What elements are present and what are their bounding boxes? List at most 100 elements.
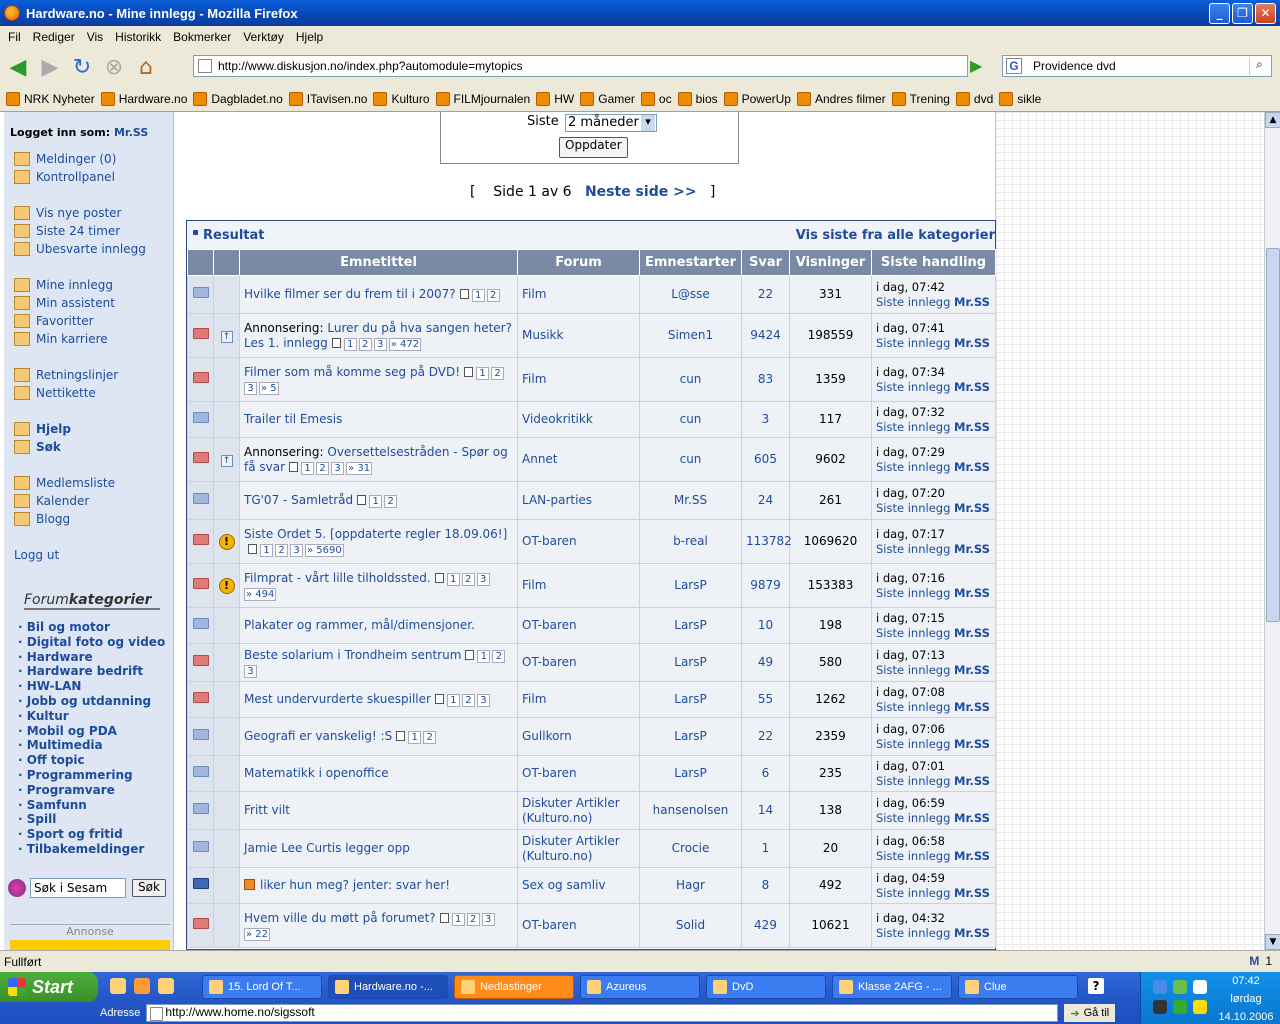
last-user-link[interactable]: Mr.SS [954, 886, 990, 900]
forum-link[interactable]: Annet [517, 437, 640, 482]
sidebar-link[interactable]: Favoritter [14, 314, 94, 328]
category-link[interactable]: · Kultur [18, 709, 165, 724]
sidebar-link[interactable]: Blogg [14, 512, 70, 526]
starter-link[interactable]: b-real [639, 519, 742, 564]
starter-link[interactable]: cun [639, 437, 742, 482]
sidebar-link[interactable]: Min karriere [14, 332, 108, 346]
url-input[interactable]: http://www.diskusjon.no/index.php?automo… [193, 55, 968, 77]
search-icon[interactable]: ⌕ [1249, 57, 1269, 75]
topic-link[interactable]: Matematikk i openoffice [244, 766, 389, 780]
page-link[interactable]: 1 [260, 543, 273, 557]
starter-link[interactable]: Simen1 [639, 313, 742, 358]
topic-link[interactable]: Geografi er vanskelig! :S [244, 729, 392, 743]
bookmark-item[interactable]: ITavisen.no [288, 91, 367, 106]
last-user-link[interactable]: Mr.SS [954, 460, 990, 474]
minimize-button[interactable]: _ [1209, 2, 1230, 24]
sidebar-link[interactable]: Kalender [14, 494, 89, 508]
taskbar-button[interactable]: Nedlastinger [454, 975, 574, 999]
go-icon[interactable]: ▶ [970, 56, 992, 76]
page-link[interactable]: 2 [358, 337, 372, 351]
forum-link[interactable]: Diskuter Artikler (Kulturo.no) [517, 829, 640, 868]
menu-verktøy[interactable]: Verktøy [243, 30, 284, 44]
gmail-icon[interactable]: M [1249, 954, 1259, 968]
topic-link[interactable]: Hvilke filmer ser du frem til i 2007? [244, 287, 456, 301]
sidebar-link[interactable]: Kontrollpanel [14, 170, 115, 184]
last-post-link[interactable]: Siste innlegg [876, 542, 950, 556]
bookmark-item[interactable]: NRK Nyheter [6, 91, 95, 106]
maximize-button[interactable]: ❐ [1232, 2, 1253, 24]
forum-link[interactable]: Film [517, 357, 640, 402]
category-link[interactable]: · Sport og fritid [18, 827, 165, 842]
bookmark-item[interactable]: Trening [891, 91, 950, 106]
category-link[interactable]: · Bil og motor [18, 620, 165, 635]
google-icon[interactable]: G [1006, 58, 1022, 74]
starter-link[interactable]: LarsP [639, 643, 742, 682]
forum-link[interactable]: OT-baren [517, 607, 640, 644]
forum-link[interactable]: Film [517, 275, 640, 314]
last-user-link[interactable]: Mr.SS [954, 663, 990, 677]
bookmark-item[interactable]: HW [536, 91, 574, 106]
page-link[interactable]: 2 [275, 543, 288, 557]
menu-vis[interactable]: Vis [87, 30, 103, 44]
replies-link[interactable]: 9879 [741, 563, 790, 608]
topic-link[interactable]: liker hun meg? jenter: svar her! [260, 878, 450, 892]
bookmark-item[interactable]: Dagbladet.no [193, 91, 283, 106]
tray-messenger-icon[interactable] [1173, 980, 1187, 994]
page-link[interactable]: 1 [369, 495, 383, 508]
last-user-link[interactable]: Mr.SS [954, 849, 990, 863]
period-select[interactable]: 2 måneder [565, 114, 657, 132]
last-user-link[interactable]: Mr.SS [954, 774, 990, 788]
menu-historikk[interactable]: Historikk [115, 30, 161, 44]
topic-link[interactable]: Mest undervurderte skuespiller [244, 692, 431, 706]
home-icon[interactable]: ⌂ [132, 53, 160, 81]
page-link[interactable]: 1 [476, 366, 490, 380]
last-post-link[interactable]: Siste innlegg [876, 811, 950, 825]
taskbar-button[interactable]: DvD [706, 975, 826, 999]
last-user-link[interactable]: Mr.SS [954, 542, 990, 556]
bookmark-item[interactable]: Kulturo [373, 91, 430, 106]
page-link[interactable]: 1 [446, 694, 460, 707]
starter-link[interactable]: LarsP [639, 681, 742, 718]
forum-link[interactable]: Gullkorn [517, 717, 640, 756]
bookmark-item[interactable]: oc [640, 91, 672, 106]
page-link[interactable]: 2 [461, 572, 475, 586]
replies-link[interactable]: 1 [741, 829, 790, 868]
column-header[interactable]: Svar [741, 249, 790, 276]
forum-link[interactable]: Videokritikk [517, 401, 640, 438]
taskbar-button[interactable]: Clue [958, 975, 1078, 999]
address-input[interactable]: http://www.home.no/sigssoft [146, 1004, 1059, 1022]
page-link[interactable]: » 5 [259, 381, 279, 395]
forum-link[interactable]: LAN-parties [517, 481, 640, 520]
last-user-link[interactable]: Mr.SS [954, 586, 990, 600]
bookmark-item[interactable]: sikle [999, 91, 1041, 106]
page-link[interactable]: 1 [301, 461, 315, 475]
category-link[interactable]: · HW-LAN [18, 679, 165, 694]
last-user-link[interactable]: Mr.SS [954, 700, 990, 714]
next-page-link[interactable]: Neste side >> [585, 184, 697, 200]
page-link[interactable]: 1 [446, 572, 460, 586]
starter-link[interactable]: LarsP [639, 607, 742, 644]
page-link[interactable]: 3 [244, 381, 257, 395]
category-link[interactable]: · Multimedia [18, 738, 165, 753]
page-link[interactable]: 1 [408, 731, 422, 744]
sesam-search-input[interactable]: Søk i Sesam [30, 878, 126, 898]
go-to-button[interactable]: ➔ Gå til [1064, 1004, 1116, 1022]
last-post-link[interactable]: Siste innlegg [876, 849, 950, 863]
last-user-link[interactable]: Mr.SS [954, 811, 990, 825]
starter-link[interactable]: LarsP [639, 563, 742, 608]
topic-link[interactable]: Plakater og rammer, mål/dimensjoner. [244, 618, 475, 632]
bookmark-item[interactable]: bios [677, 91, 718, 106]
starter-link[interactable]: hansenolsen [639, 791, 742, 830]
page-link[interactable]: 1 [451, 912, 465, 926]
sidebar-link[interactable]: Vis nye poster [14, 206, 121, 220]
last-user-link[interactable]: Mr.SS [954, 336, 990, 350]
forum-link[interactable]: OT-baren [517, 755, 640, 792]
topic-link[interactable]: TG'07 - Samletråd [244, 493, 353, 507]
sidebar-link[interactable]: Siste 24 timer [14, 224, 120, 238]
replies-link[interactable]: 22 [741, 275, 790, 314]
topic-link[interactable]: Siste Ordet 5. [oppdaterte regler 18.09.… [244, 527, 507, 541]
page-link[interactable]: » 494 [244, 587, 277, 601]
replies-link[interactable]: 8 [741, 867, 790, 904]
sidebar-link[interactable]: Ubesvarte innlegg [14, 242, 146, 256]
replies-link[interactable]: 113782 [741, 519, 792, 564]
